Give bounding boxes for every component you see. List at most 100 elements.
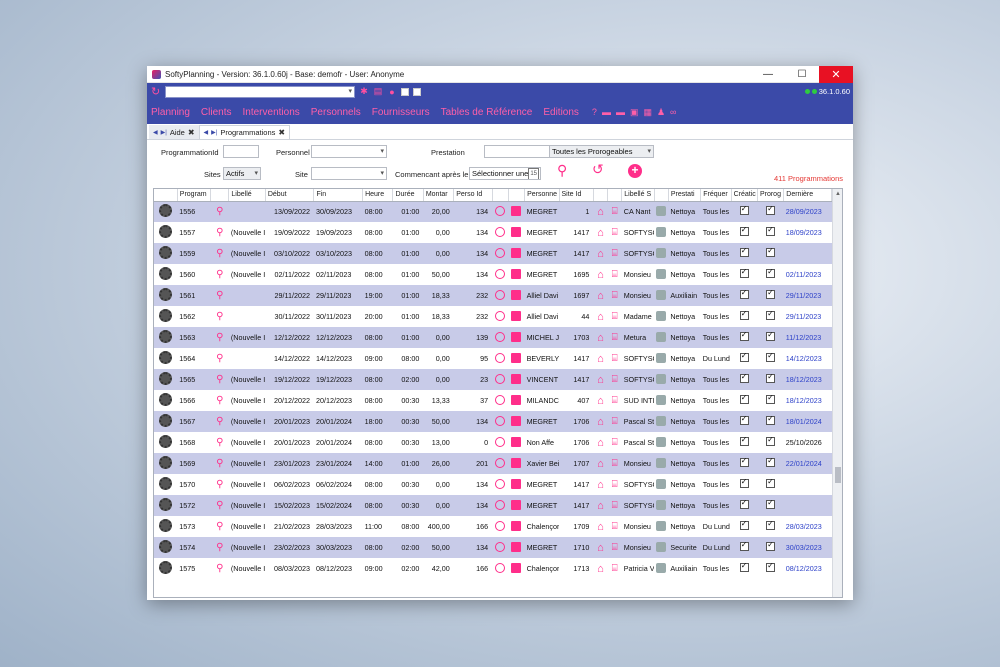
creation-cell[interactable] bbox=[731, 222, 758, 243]
bank-cell[interactable]: ⌸ bbox=[607, 495, 622, 516]
table-row[interactable]: 1559 ⚲ (Nouvelle I 03/10/2022 03/10/2023 08:0… bbox=[154, 243, 832, 264]
person-cell[interactable] bbox=[508, 411, 525, 432]
prorog-cell[interactable] bbox=[757, 348, 784, 369]
home-icon[interactable]: ⌂ bbox=[597, 353, 604, 365]
home-cell[interactable]: ⌂ bbox=[593, 264, 608, 285]
settings-gear-icon[interactable] bbox=[159, 477, 173, 490]
toolbar-combo[interactable]: ▾ bbox=[165, 85, 355, 98]
add-button[interactable]: + bbox=[628, 164, 642, 178]
person-cell[interactable] bbox=[508, 537, 525, 558]
person-icon[interactable] bbox=[511, 394, 522, 405]
menu-tables-reference[interactable]: Tables de Référence bbox=[441, 107, 533, 118]
home-cell[interactable]: ⌂ bbox=[593, 201, 608, 222]
person-cell[interactable] bbox=[508, 516, 525, 537]
search-icon[interactable]: ⚲ bbox=[216, 416, 223, 427]
search-icon[interactable]: ⚲ bbox=[216, 332, 223, 343]
home-icon[interactable]: ⌂ bbox=[597, 248, 604, 260]
prorog-cell[interactable] bbox=[757, 411, 784, 432]
home-icon[interactable]: ⌂ bbox=[597, 206, 604, 218]
home-cell[interactable]: ⌂ bbox=[593, 243, 608, 264]
creation-cell[interactable] bbox=[731, 558, 758, 579]
person-cell[interactable] bbox=[508, 285, 525, 306]
row-settings-cell[interactable] bbox=[154, 516, 178, 537]
puzzle-icon[interactable]: ✱ bbox=[359, 86, 369, 97]
home-cell[interactable]: ⌂ bbox=[593, 432, 608, 453]
row-settings-cell[interactable] bbox=[154, 243, 178, 264]
bank-icon[interactable]: ⌸ bbox=[612, 332, 618, 343]
person-cell[interactable] bbox=[508, 558, 525, 579]
table-row[interactable]: 1567 ⚲ (Nouvelle I 20/01/2023 20/01/2024 18:0… bbox=[154, 411, 832, 432]
home-icon[interactable]: ⌂ bbox=[597, 269, 604, 281]
bank-cell[interactable]: ⌸ bbox=[607, 327, 622, 348]
smiley-cell[interactable] bbox=[492, 558, 509, 579]
search-icon[interactable]: ⚲ bbox=[216, 437, 223, 448]
person-cell[interactable] bbox=[508, 369, 525, 390]
bank-cell[interactable]: ⌸ bbox=[607, 201, 622, 222]
close-tab-icon[interactable]: ✖ bbox=[278, 128, 285, 137]
column-header[interactable]: Fréquer bbox=[700, 189, 732, 202]
scrollbar-thumb[interactable] bbox=[835, 467, 841, 483]
creation-cell[interactable] bbox=[731, 495, 758, 516]
bank-icon[interactable]: ⌸ bbox=[612, 542, 618, 553]
prorog-checkbox[interactable] bbox=[766, 456, 776, 467]
person-icon[interactable] bbox=[511, 562, 522, 573]
bank-icon[interactable]: ⌸ bbox=[612, 248, 618, 259]
prorog-checkbox[interactable] bbox=[766, 309, 776, 320]
home-icon[interactable]: ⌂ bbox=[597, 290, 604, 302]
creation-checkbox[interactable] bbox=[739, 561, 749, 572]
person-cell[interactable] bbox=[508, 474, 525, 495]
row-search-cell[interactable]: ⚲ bbox=[210, 474, 229, 495]
table-row[interactable]: 1570 ⚲ (Nouvelle I 06/02/2023 06/02/2024 08:0… bbox=[154, 474, 832, 495]
smiley-icon[interactable] bbox=[495, 310, 506, 321]
home-cell[interactable]: ⌂ bbox=[593, 306, 608, 327]
home-cell[interactable]: ⌂ bbox=[593, 327, 608, 348]
calendar-icon[interactable]: ▦ bbox=[643, 107, 652, 118]
creation-checkbox[interactable] bbox=[739, 309, 749, 320]
row-search-cell[interactable]: ⚲ bbox=[210, 222, 229, 243]
row-settings-cell[interactable] bbox=[154, 390, 178, 411]
prorog-checkbox[interactable] bbox=[766, 246, 776, 257]
person-cell[interactable] bbox=[508, 243, 525, 264]
person-icon[interactable] bbox=[511, 541, 522, 552]
person-cell[interactable] bbox=[508, 432, 525, 453]
row-settings-cell[interactable] bbox=[154, 453, 178, 474]
row-search-cell[interactable]: ⚲ bbox=[210, 411, 229, 432]
bank-icon[interactable]: ⌸ bbox=[612, 395, 618, 406]
prorog-cell[interactable] bbox=[757, 558, 784, 579]
smiley-icon[interactable] bbox=[495, 373, 506, 384]
arrow-right-icon[interactable]: ▶| bbox=[211, 129, 217, 136]
creation-cell[interactable] bbox=[731, 201, 758, 222]
bank-icon[interactable]: ⌸ bbox=[612, 374, 618, 385]
creation-cell[interactable] bbox=[731, 243, 758, 264]
arrow-right-icon[interactable]: ▶| bbox=[161, 129, 167, 136]
menu-editions[interactable]: Editions bbox=[543, 107, 579, 118]
person-cell[interactable] bbox=[508, 453, 525, 474]
prorog-cell[interactable] bbox=[757, 369, 784, 390]
search-icon[interactable]: ⚲ bbox=[216, 248, 223, 259]
smiley-icon[interactable] bbox=[495, 541, 506, 552]
bank-icon[interactable]: ⌸ bbox=[612, 458, 618, 469]
home-cell[interactable]: ⌂ bbox=[593, 369, 608, 390]
creation-cell[interactable] bbox=[731, 306, 758, 327]
person-icon[interactable] bbox=[511, 436, 522, 447]
row-search-cell[interactable]: ⚲ bbox=[210, 369, 229, 390]
creation-checkbox[interactable] bbox=[739, 288, 749, 299]
creation-checkbox[interactable] bbox=[739, 351, 749, 362]
home-cell[interactable]: ⌂ bbox=[593, 537, 608, 558]
print-icon[interactable]: ▣ bbox=[630, 107, 639, 118]
row-settings-cell[interactable] bbox=[154, 537, 178, 558]
programmations-grid[interactable]: Program Libellé Début Fin Heure Durée Montar Pe… bbox=[153, 188, 843, 598]
bank-icon[interactable]: ⌸ bbox=[612, 227, 618, 238]
bank-cell[interactable]: ⌸ bbox=[607, 516, 622, 537]
creation-cell[interactable] bbox=[731, 453, 758, 474]
bank-cell[interactable]: ⌸ bbox=[607, 537, 622, 558]
smiley-cell[interactable] bbox=[492, 453, 509, 474]
row-settings-cell[interactable] bbox=[154, 558, 178, 579]
prorog-cell[interactable] bbox=[757, 474, 784, 495]
bank-cell[interactable]: ⌸ bbox=[607, 243, 622, 264]
column-header[interactable] bbox=[593, 189, 609, 202]
settings-gear-icon[interactable] bbox=[159, 519, 173, 532]
folder-open-icon[interactable]: ▬ bbox=[616, 107, 625, 118]
search-icon[interactable]: ⚲ bbox=[216, 311, 223, 322]
settings-gear-icon[interactable] bbox=[159, 351, 173, 364]
